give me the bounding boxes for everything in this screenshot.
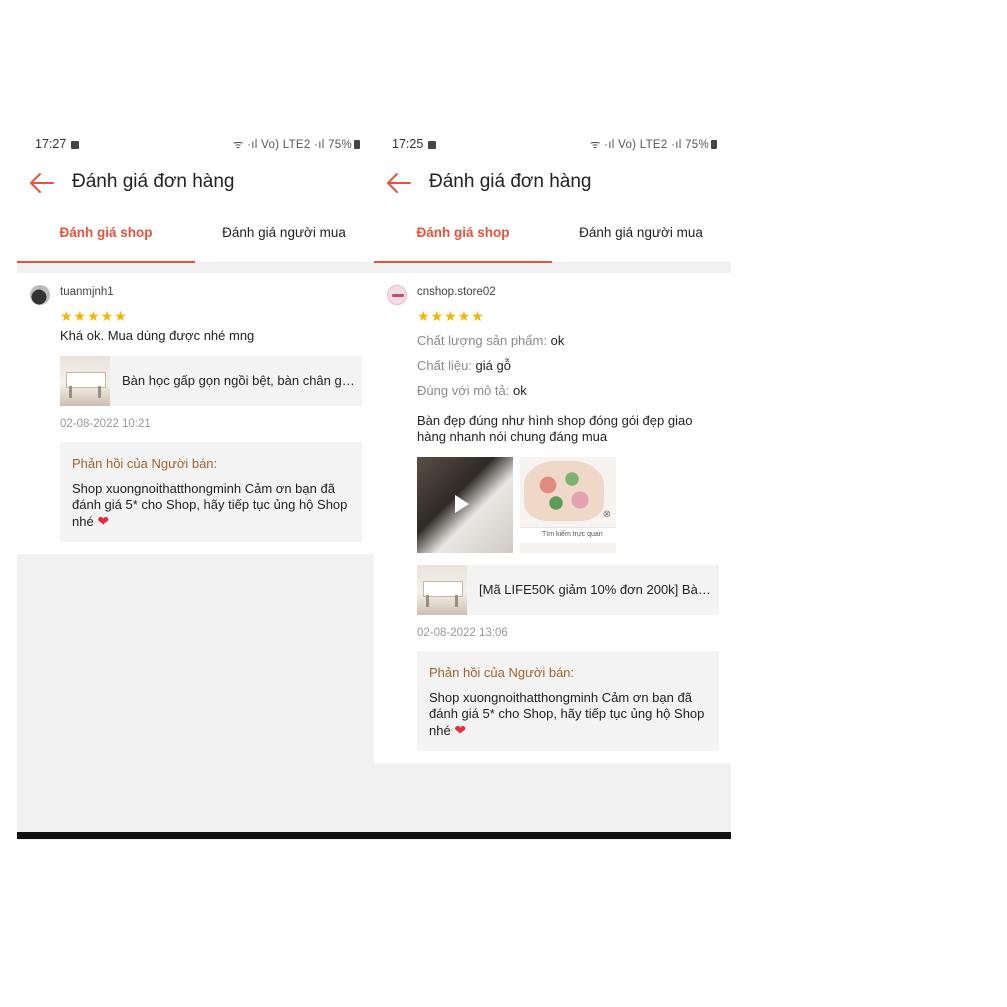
- product-thumbnail: [60, 356, 110, 406]
- review-date: 02-08-2022 13:06: [417, 627, 508, 639]
- visual-search-bar: Tìm kiếm trực quan: [520, 527, 616, 543]
- seller-reply: Phản hồi của Người bán: Shop xuongnoitha…: [60, 442, 362, 542]
- tab-buyer-review[interactable]: Đánh giá người mua: [552, 208, 730, 263]
- phone-screen-right: 17:25 ᯤ ·ıl Vo) LTE2 ·ıl 75% Đánh giá đơ…: [374, 130, 731, 832]
- tab-bar: Đánh giá shop Đánh giá người mua: [374, 208, 731, 263]
- tab-shop-review[interactable]: Đánh giá shop: [374, 208, 552, 263]
- review-card: cnshop.store02 ★★★★★ Chất lượng sản phẩm…: [374, 273, 731, 763]
- screenshot-collage: 17:27 ᯤ ·ıl Vo) LTE2 ·ıl 75% Đánh giá đơ…: [17, 130, 731, 840]
- battery-percent: 75%: [685, 139, 709, 151]
- heart-icon: ❤: [97, 513, 110, 529]
- bottom-border: [17, 832, 731, 839]
- attribute-quality: Chất lượng sản phẩm: ok: [417, 333, 565, 348]
- page-title: Đánh giá đơn hàng: [429, 171, 592, 192]
- heart-icon: ❤: [454, 722, 467, 738]
- top-area: 17:27 ᯤ ·ıl Vo) LTE2 ·ıl 75% Đánh giá đơ…: [17, 130, 374, 263]
- status-icons: ᯤ ·ıl Vo) LTE2 ·ıl 75%: [233, 137, 360, 152]
- avatar[interactable]: [387, 285, 407, 305]
- review-photo-thumbnail[interactable]: ⊗ Tìm kiếm trực quan: [520, 457, 616, 553]
- review-text: Khá ok. Mua dùng được nhé mng: [60, 328, 255, 343]
- divider: [17, 263, 374, 273]
- status-bar: 17:27 ᯤ ·ıl Vo) LTE2 ·ıl 75%: [17, 130, 374, 158]
- seller-reply-text: Shop xuongnoithatthongminh Cảm ơn bạn đã…: [72, 481, 348, 529]
- seller-reply: Phản hồi của Người bán: Shop xuongnoitha…: [417, 651, 719, 751]
- seller-reply-title: Phản hồi của Người bán:: [429, 665, 575, 680]
- tab-buyer-review[interactable]: Đánh giá người mua: [195, 208, 373, 263]
- review-card: tuanmjnh1 ★★★★★ Khá ok. Mua dùng được nh…: [17, 273, 374, 554]
- bag-icon: [71, 141, 80, 149]
- review-text: Bàn đẹp đúng như hình shop đóng gói đẹp …: [417, 413, 693, 444]
- arrow-left-icon[interactable]: [27, 168, 57, 198]
- reviewer-name[interactable]: tuanmjnh1: [60, 286, 114, 298]
- tab-shop-review[interactable]: Đánh giá shop: [17, 208, 195, 263]
- review-media: ⊗ Tìm kiếm trực quan: [417, 457, 719, 553]
- product-name: [Mã LIFE50K giảm 10% đơn 200k] Bàn học g…: [479, 582, 713, 597]
- review-body: Chất lượng sản phẩm: ok Chất liệu: giá g…: [417, 328, 719, 751]
- phone-screen-left: 17:27 ᯤ ·ıl Vo) LTE2 ·ıl 75% Đánh giá đơ…: [17, 130, 374, 832]
- avatar[interactable]: [30, 285, 50, 305]
- divider: [374, 263, 731, 273]
- review-video-thumbnail[interactable]: [417, 457, 513, 553]
- close-icon: ⊗: [602, 509, 611, 520]
- rating-stars: ★★★★★: [60, 308, 128, 324]
- battery-percent: 75%: [328, 139, 352, 151]
- top-area: 17:25 ᯤ ·ıl Vo) LTE2 ·ıl 75% Đánh giá đơ…: [374, 130, 731, 263]
- product-link[interactable]: [Mã LIFE50K giảm 10% đơn 200k] Bàn học g…: [417, 565, 719, 615]
- seller-reply-text: Shop xuongnoithatthongminh Cảm ơn bạn đã…: [429, 690, 705, 738]
- status-time: 17:27: [35, 137, 80, 151]
- tab-bar: Đánh giá shop Đánh giá người mua: [17, 208, 374, 263]
- battery-icon: [711, 140, 717, 149]
- rating-stars: ★★★★★: [417, 308, 485, 324]
- product-name: Bàn học gấp gọn ngồi bệt, bàn chân gấp g…: [122, 373, 356, 388]
- status-icons: ᯤ ·ıl Vo) LTE2 ·ıl 75%: [590, 137, 717, 152]
- reviewer-name[interactable]: cnshop.store02: [417, 286, 496, 298]
- arrow-left-icon[interactable]: [384, 168, 414, 198]
- floral-print: [524, 461, 604, 521]
- status-time: 17:25: [392, 137, 437, 151]
- product-thumbnail: [417, 565, 467, 615]
- reviewer-row: tuanmjnh1: [29, 285, 362, 307]
- seller-reply-title: Phản hồi của Người bán:: [72, 456, 218, 471]
- play-icon: [455, 495, 469, 513]
- visual-search-caption: Tìm kiếm trực quan: [542, 531, 603, 538]
- signal-icons: ᯤ ·ıl Vo) LTE2 ·ıl: [232, 139, 325, 151]
- review-date: 02-08-2022 10:21: [60, 418, 151, 430]
- status-bar: 17:25 ᯤ ·ıl Vo) LTE2 ·ıl 75%: [374, 130, 731, 158]
- product-link[interactable]: Bàn học gấp gọn ngồi bệt, bàn chân gấp g…: [60, 356, 362, 406]
- battery-icon: [354, 140, 360, 149]
- bag-icon: [428, 141, 437, 149]
- app-header: Đánh giá đơn hàng: [17, 158, 374, 208]
- reviewer-row: cnshop.store02: [386, 285, 719, 307]
- page-title: Đánh giá đơn hàng: [72, 171, 235, 192]
- attribute-material: Chất liệu: giá gỗ: [417, 358, 511, 373]
- signal-icons: ᯤ ·ıl Vo) LTE2 ·ıl: [589, 139, 682, 151]
- attribute-as-described: Đúng với mô tả: ok: [417, 383, 527, 398]
- app-header: Đánh giá đơn hàng: [374, 158, 731, 208]
- review-body: Khá ok. Mua dùng được nhé mng Bàn học gấ…: [60, 328, 362, 542]
